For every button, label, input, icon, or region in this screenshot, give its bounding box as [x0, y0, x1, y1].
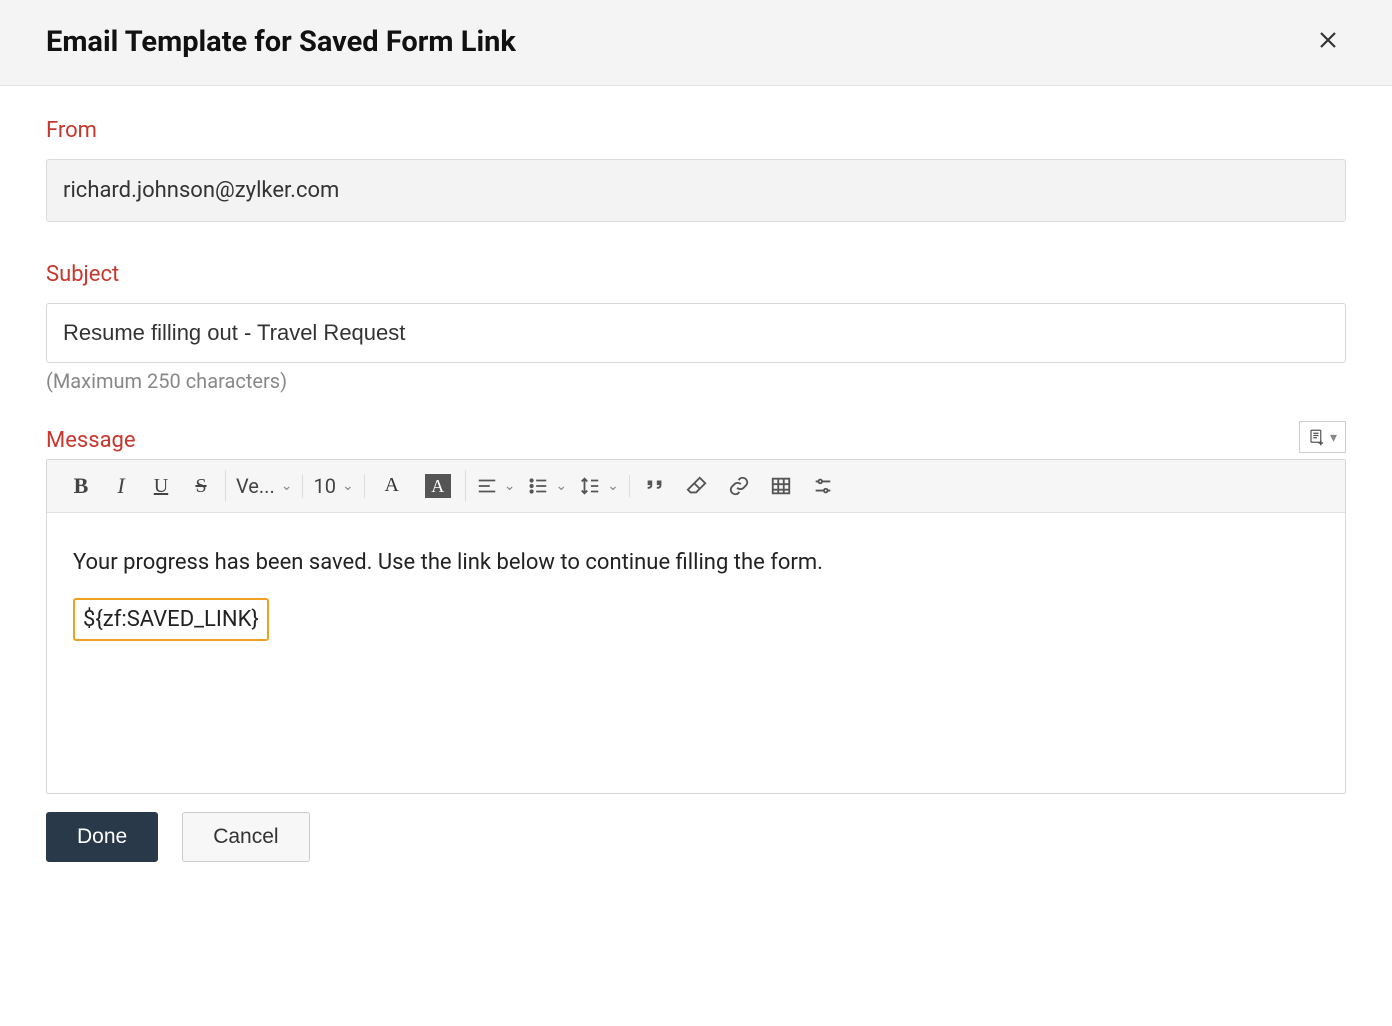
toolbar-size-group: 10 ⌄: [303, 474, 364, 498]
subject-input[interactable]: [46, 303, 1346, 363]
message-body-line: Your progress has been saved. Use the li…: [73, 545, 1319, 580]
list-icon: [527, 475, 549, 497]
quote-icon: [644, 475, 666, 497]
from-field[interactable]: richard.johnson@zylker.com: [46, 159, 1346, 222]
cancel-button[interactable]: Cancel: [182, 812, 309, 862]
strikethrough-button[interactable]: S: [187, 470, 215, 502]
toolbar-font-group: Ve... ⌄: [226, 474, 303, 498]
link-button[interactable]: [724, 470, 754, 502]
align-select[interactable]: ⌄: [476, 475, 516, 497]
blockquote-button[interactable]: [640, 470, 670, 502]
email-template-modal: Email Template for Saved Form Link From …: [0, 0, 1392, 1026]
from-label: From: [46, 118, 1346, 143]
align-left-icon: [476, 475, 498, 497]
chevron-down-icon: ⌄: [281, 478, 293, 494]
font-size-select[interactable]: 10 ⌄: [313, 474, 353, 498]
toolbar-color-group: A A: [365, 470, 466, 502]
clear-format-button[interactable]: [682, 470, 712, 502]
list-select[interactable]: ⌄: [527, 475, 567, 497]
close-icon: [1316, 28, 1340, 52]
background-color-icon: A: [425, 474, 451, 498]
eraser-icon: [686, 475, 708, 497]
font-color-button[interactable]: A: [375, 470, 409, 502]
done-button[interactable]: Done: [46, 812, 158, 862]
chevron-down-icon: ⌄: [607, 478, 619, 494]
link-icon: [728, 475, 750, 497]
modal-footer: Done Cancel: [46, 812, 1346, 862]
editor-toolbar: B I U S Ve... ⌄ 10 ⌄: [47, 460, 1345, 513]
font-color-icon: A: [384, 474, 398, 497]
line-height-icon: [579, 475, 601, 497]
chevron-down-icon: ⌄: [555, 478, 567, 494]
modal-header: Email Template for Saved Form Link: [0, 0, 1392, 86]
font-family-value: Ve...: [236, 474, 275, 498]
toolbar-format-group: B I U S: [57, 470, 226, 502]
modal-title: Email Template for Saved Form Link: [46, 25, 516, 59]
subject-label: Subject: [46, 262, 1346, 287]
font-family-select[interactable]: Ve... ⌄: [236, 474, 292, 498]
line-height-select[interactable]: ⌄: [579, 475, 619, 497]
subject-help-text: (Maximum 250 characters): [46, 369, 1346, 393]
settings-lines-icon: [812, 475, 834, 497]
rich-text-editor: B I U S Ve... ⌄ 10 ⌄: [46, 459, 1346, 794]
insert-field-icon: [1308, 428, 1326, 446]
message-label-row: Message ▾: [46, 421, 1346, 453]
chevron-down-icon: ⌄: [504, 478, 516, 494]
table-button[interactable]: [766, 470, 796, 502]
underline-button[interactable]: U: [147, 470, 175, 502]
saved-link-token[interactable]: ${zf:SAVED_LINK}: [73, 598, 269, 641]
message-label: Message: [46, 428, 136, 453]
modal-body: From richard.johnson@zylker.com Subject …: [0, 86, 1392, 1026]
toolbar-insert-group: [630, 470, 848, 502]
font-size-value: 10: [313, 474, 335, 498]
close-button[interactable]: [1310, 22, 1346, 61]
chevron-down-icon: ⌄: [342, 478, 354, 494]
toolbar-align-list-group: ⌄ ⌄ ⌄: [466, 475, 630, 497]
bold-button[interactable]: B: [67, 470, 95, 502]
italic-button[interactable]: I: [107, 470, 135, 502]
insert-field-button[interactable]: ▾: [1299, 421, 1346, 453]
editor-content[interactable]: Your progress has been saved. Use the li…: [47, 513, 1345, 793]
background-color-button[interactable]: A: [421, 470, 455, 502]
hr-button[interactable]: [808, 470, 838, 502]
chevron-down-icon: ▾: [1330, 429, 1337, 446]
table-icon: [770, 475, 792, 497]
